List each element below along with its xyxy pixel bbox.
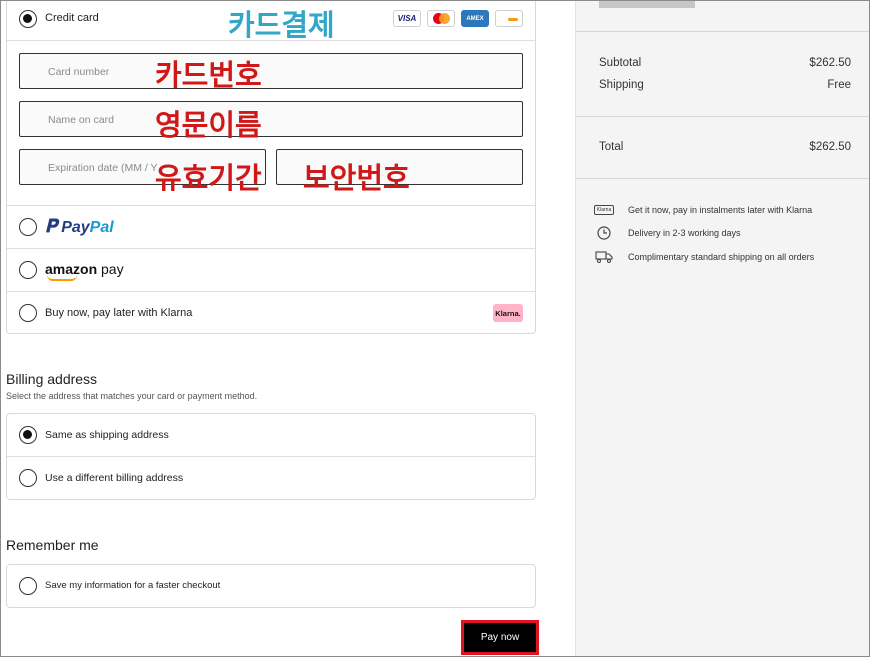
shipping-label: Shipping — [599, 79, 644, 91]
paypal-radio[interactable] — [19, 218, 37, 236]
truck-icon — [594, 250, 614, 264]
shipping-value: Free — [827, 79, 851, 91]
total-label: Total — [599, 141, 624, 153]
summary-top-bar — [599, 0, 695, 8]
perk-shipping: Complimentary standard shipping on all o… — [594, 250, 814, 264]
credit-card-radio[interactable] — [19, 10, 37, 28]
amazon-pay-radio[interactable] — [19, 261, 37, 279]
billing-same-option[interactable]: Same as shipping address — [7, 414, 535, 457]
divider — [576, 116, 870, 117]
perk-shipping-text: Complimentary standard shipping on all o… — [628, 252, 815, 262]
paypal-logo: 𝐏 PayPal — [45, 216, 114, 236]
overlay-security-code: 보안번호 — [303, 161, 410, 195]
amazon-pay-option[interactable]: amazon pay — [7, 249, 535, 291]
subtotal-label: Subtotal — [599, 57, 642, 69]
total-row: Total $262.50 — [599, 141, 851, 153]
total-value: $262.50 — [809, 141, 851, 153]
visa-icon: VISA — [393, 10, 421, 27]
billing-address-title: Billing address — [6, 371, 98, 387]
subtotal-row: Subtotal $262.50 — [599, 57, 851, 69]
discover-icon — [495, 10, 523, 27]
klarna-icon: Klarna — [593, 203, 615, 217]
mastercard-icon — [427, 10, 455, 27]
name-on-card-placeholder: Name on card — [48, 114, 114, 126]
name-on-card-field[interactable]: Name on card — [19, 101, 523, 137]
amazon-pay-logo: amazon pay — [45, 261, 124, 281]
divider — [576, 178, 870, 179]
perk-klarna-text: Get it now, pay in instalments later wit… — [628, 205, 813, 215]
klarna-radio[interactable] — [19, 304, 37, 322]
overlay-card-payment: 카드결제 — [228, 8, 335, 42]
perk-delivery-text: Delivery in 2-3 working days — [628, 228, 741, 238]
billing-address-subtitle: Select the address that matches your car… — [6, 391, 258, 401]
card-number-field[interactable]: Card number — [19, 53, 523, 89]
amazon-smile-icon — [47, 275, 77, 281]
billing-different-option[interactable]: Use a different billing address — [7, 457, 535, 500]
remember-me-label: Save my information for a faster checkou… — [45, 580, 221, 591]
paypal-option[interactable]: 𝐏 PayPal — [7, 206, 535, 248]
billing-same-radio[interactable] — [19, 426, 37, 444]
overlay-card-number: 카드번호 — [155, 58, 262, 92]
klarna-label: Buy now, pay later with Klarna — [45, 307, 193, 319]
expiration-date-placeholder: Expiration date (MM / YY) — [48, 162, 158, 174]
billing-different-label: Use a different billing address — [45, 472, 184, 484]
perk-delivery: Delivery in 2-3 working days — [594, 226, 741, 240]
perk-klarna: Klarna Get it now, pay in instalments la… — [593, 203, 813, 217]
card-logos: VISA AMEX — [393, 10, 523, 27]
card-number-placeholder: Card number — [48, 66, 110, 78]
klarna-badge: Klarna. — [493, 304, 523, 322]
remember-me-radio[interactable] — [19, 577, 37, 595]
payment-methods: Credit card VISA AMEX Card number Name o… — [6, 0, 536, 334]
divider — [576, 31, 870, 32]
shipping-row: Shipping Free — [599, 79, 851, 91]
order-summary: Subtotal $262.50 Shipping Free Total $26… — [575, 0, 870, 657]
amex-icon: AMEX — [461, 10, 489, 27]
credit-card-label: Credit card — [45, 12, 99, 24]
overlay-expiration: 유효기간 — [155, 161, 262, 195]
klarna-option[interactable]: Buy now, pay later with Klarna Klarna. — [7, 292, 535, 334]
remember-me-option[interactable]: Save my information for a faster checkou… — [7, 565, 535, 608]
paypal-icon: 𝐏 — [45, 216, 58, 236]
billing-same-label: Same as shipping address — [45, 429, 169, 441]
remember-me-box: Save my information for a faster checkou… — [6, 564, 536, 608]
subtotal-value: $262.50 — [809, 57, 851, 69]
remember-me-title: Remember me — [6, 537, 99, 553]
billing-different-radio[interactable] — [19, 469, 37, 487]
clock-icon — [594, 226, 614, 240]
payment-panel: Credit card VISA AMEX Card number Name o… — [0, 0, 575, 657]
overlay-english-name: 영문이름 — [155, 108, 262, 142]
pay-now-button[interactable]: Pay now — [461, 620, 539, 655]
billing-options: Same as shipping address Use a different… — [6, 413, 536, 500]
